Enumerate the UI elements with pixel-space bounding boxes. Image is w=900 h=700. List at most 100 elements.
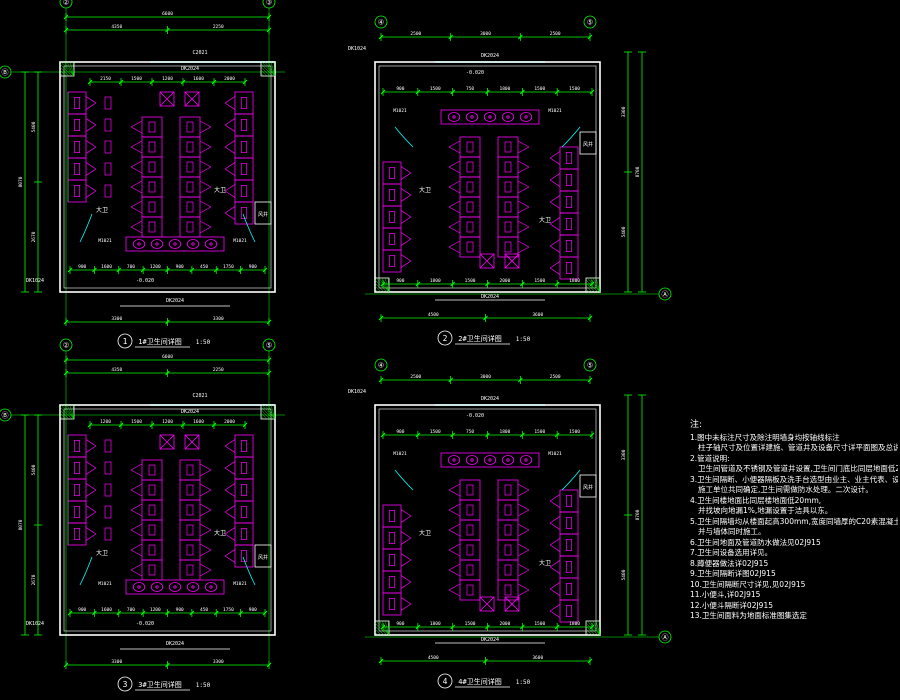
toilet-stall (459, 519, 481, 541)
toilet-stall (234, 157, 254, 181)
stall-door-swing (549, 494, 561, 502)
dim-inner-top-label: 1500 (131, 76, 142, 82)
washbasin (204, 239, 218, 249)
drawing-title: 3#卫生间详图 (138, 680, 181, 689)
toilet-stall (459, 539, 481, 561)
dim-inner-bottom-label: 1600 (101, 264, 112, 270)
dim-inner-top-label: 900 (396, 86, 404, 92)
stall-door-swing (400, 509, 412, 517)
stall-door-swing (224, 162, 236, 170)
washbasin (501, 455, 515, 465)
washbasin (501, 112, 515, 122)
toilet-stall (559, 234, 579, 258)
stall-door-swing (400, 603, 412, 611)
stall-door-swing (224, 212, 236, 220)
stall-door-swing (85, 527, 97, 535)
squat-toilet-pan (504, 141, 512, 153)
toilet-stall (459, 559, 481, 581)
squat-toilet-pan (240, 528, 248, 540)
dim-bottom-label: 3300 (111, 659, 122, 665)
stall-door-swing (517, 220, 530, 228)
dim-inner-bottom-label: 1500 (465, 278, 476, 284)
squat-toilet-pan (565, 495, 573, 507)
stall-door-swing (85, 505, 97, 513)
note-item: 8.蹲便器做法详02J915 (690, 558, 769, 568)
stall-door-swing (199, 160, 212, 168)
door-tag: M1021 (393, 451, 407, 457)
dim-bottom-label: 3300 (213, 316, 224, 322)
stall-door-swing (517, 563, 530, 571)
dim-inner-bottom-label: 2000 (499, 621, 510, 627)
basin-drain (452, 458, 456, 462)
dim-inner-top-label: 1200 (162, 76, 173, 82)
room-label: 大卫 (214, 529, 226, 537)
room-label: 大卫 (539, 216, 551, 224)
stall-door-swing (130, 186, 143, 194)
stall-door-swing (130, 503, 143, 511)
dim-inner-bottom-label: 900 (78, 607, 86, 613)
squat-toilet-pan (148, 121, 156, 133)
toilet-stall (497, 539, 519, 561)
stall-door-swing (517, 166, 530, 174)
squat-toilet-pan (466, 241, 474, 253)
stall-door-swing (199, 126, 212, 134)
toilet-stall (382, 183, 402, 207)
air-shaft-label: 风井 (258, 554, 268, 561)
dim-inner-top-label: 2000 (224, 419, 235, 425)
stall-door-swing (224, 555, 236, 563)
stall-door-swing (400, 238, 412, 246)
door-tag: M1021 (393, 108, 407, 114)
dim-inner-bottom-label: 1800 (569, 278, 580, 284)
squat-toilet-pan (466, 221, 474, 233)
dim-right-split-label: 5400 (621, 226, 627, 237)
stall-door-swing (448, 489, 461, 497)
stall-door-swing (85, 102, 97, 110)
squat-toilet-pan (186, 141, 194, 153)
stall-door-swing (400, 553, 412, 561)
toilet-stall (141, 479, 163, 501)
window-tag: C2021 (192, 50, 207, 56)
squat-toilet-pan (73, 163, 81, 175)
stall-door-swing (224, 483, 236, 491)
stall-door-swing (448, 503, 461, 511)
toilet-stall (234, 91, 254, 115)
stall-door-swing (130, 509, 143, 517)
squat-toilet-pan (466, 201, 474, 213)
wall-tag: DK1024 (348, 389, 366, 395)
room-label: 大卫 (96, 549, 108, 557)
toilet-stall (459, 216, 481, 238)
toilet-stall (179, 479, 201, 501)
dim-inner-bottom-label: 700 (127, 264, 135, 270)
dim-right-total-label: 8700 (635, 166, 641, 177)
squat-toilet-pan (148, 484, 156, 496)
urinal (104, 140, 112, 154)
basin-drain (506, 458, 510, 462)
toilet-stall (67, 522, 87, 546)
stall-door-swing (224, 96, 236, 104)
toilet-stall (141, 216, 163, 238)
stall-door-swing (448, 200, 461, 208)
stall-door-swing (130, 483, 143, 491)
dim-inner-bottom-label: 1800 (569, 621, 580, 627)
drawing-number: 1 (123, 337, 128, 346)
stall-door-swing (517, 200, 530, 208)
dim-top-total-label: 6600 (162, 11, 173, 17)
room-label: 大卫 (419, 529, 431, 537)
stall-door-swing (549, 195, 561, 203)
basin-drain (524, 115, 528, 119)
stall-door-swing (130, 180, 143, 188)
floor-elevation: -0.020 (466, 70, 484, 76)
stall-door-swing (517, 509, 530, 517)
stall-door-swing (448, 180, 461, 188)
stall-door-swing (224, 124, 236, 132)
squat-toilet-pan (504, 484, 512, 496)
stall-door-swing (517, 549, 530, 557)
stall-door-swing (85, 533, 97, 541)
stall-door-swing (549, 566, 561, 574)
squat-toilet-pan (148, 544, 156, 556)
squat-toilet-pan (504, 161, 512, 173)
dim-top-total-label: 6600 (162, 354, 173, 360)
stall-door-swing (130, 220, 143, 228)
stall-door-swing (130, 543, 143, 551)
stall-door-swing (199, 543, 212, 551)
